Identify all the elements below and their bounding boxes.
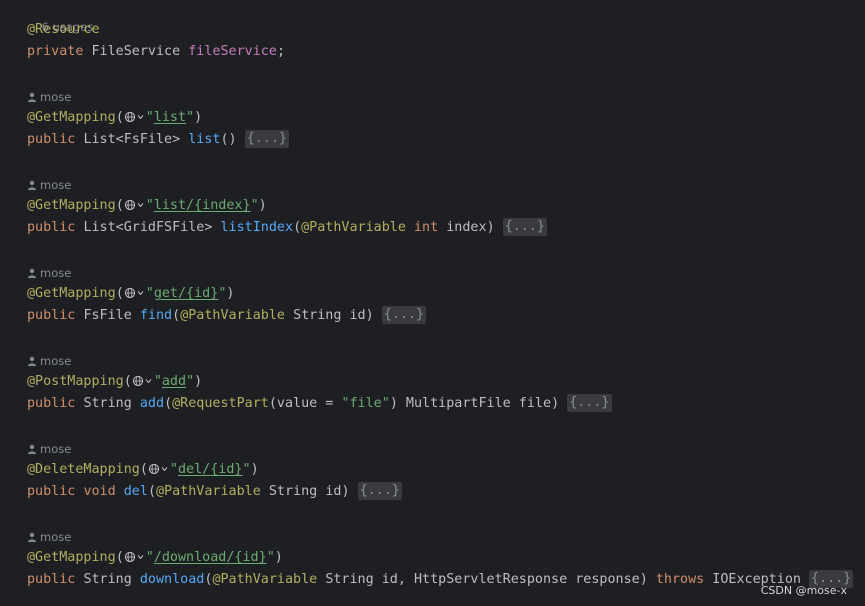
method-name: add bbox=[139, 396, 165, 411]
usages-hint[interactable]: 6 usages bbox=[27, 0, 94, 34]
code-line: public FsFile find(@PathVariable String … bbox=[27, 306, 427, 324]
method-name: list bbox=[188, 132, 221, 147]
author-hint[interactable]: mose bbox=[27, 176, 71, 194]
endpoint-url[interactable]: list bbox=[154, 110, 186, 125]
person-icon bbox=[27, 444, 37, 454]
code-line: public String download(@PathVariable Str… bbox=[27, 570, 854, 588]
globe-icon[interactable] bbox=[124, 551, 146, 563]
endpoint-url[interactable]: get/{id} bbox=[154, 286, 219, 301]
method-name: listIndex bbox=[220, 220, 294, 235]
code-line: @Resource bbox=[27, 19, 100, 41]
globe-icon[interactable] bbox=[124, 111, 146, 123]
globe-icon[interactable] bbox=[124, 287, 146, 299]
endpoint-url[interactable]: /download/{id} bbox=[154, 550, 267, 565]
author-hint[interactable]: mose bbox=[27, 528, 71, 546]
person-icon bbox=[27, 180, 37, 190]
fold-toggle[interactable]: {...} bbox=[381, 306, 427, 324]
author-hint[interactable]: mose bbox=[27, 352, 71, 370]
author-hint[interactable]: mose bbox=[27, 88, 71, 106]
code-line: public List<FsFile> list() {...} bbox=[27, 130, 289, 148]
endpoint-url[interactable]: add bbox=[162, 374, 186, 389]
method-name: download bbox=[139, 572, 205, 587]
code-line: @DeleteMapping("del/{id}") bbox=[27, 462, 259, 477]
person-icon bbox=[27, 356, 37, 366]
code-line: @PostMapping("add") bbox=[27, 374, 203, 389]
globe-icon[interactable] bbox=[132, 375, 154, 387]
code-line: @GetMapping("get/{id}") bbox=[27, 286, 235, 301]
globe-icon[interactable] bbox=[148, 463, 170, 475]
person-icon bbox=[27, 268, 37, 278]
method-name: find bbox=[139, 308, 173, 323]
person-icon bbox=[27, 92, 37, 102]
method-name: del bbox=[123, 484, 148, 499]
field-name: fileService bbox=[188, 44, 277, 59]
globe-icon[interactable] bbox=[124, 199, 146, 211]
fold-toggle[interactable]: {...} bbox=[357, 482, 402, 500]
resource-annotation: @Resource bbox=[27, 22, 100, 37]
code-line: @GetMapping("/download/{id}") bbox=[27, 550, 283, 565]
endpoint-url[interactable]: del/{id} bbox=[178, 462, 243, 477]
code-editor[interactable]: 6 usages @Resource private FileService f… bbox=[0, 0, 865, 606]
endpoint-url[interactable]: list/{index} bbox=[154, 198, 251, 213]
code-line: public String add(@RequestPart(value = "… bbox=[27, 394, 612, 412]
author-hint[interactable]: mose bbox=[27, 264, 71, 282]
fold-toggle[interactable]: {...} bbox=[502, 218, 547, 236]
code-line: @GetMapping("list/{index}") bbox=[27, 198, 267, 213]
fold-toggle[interactable]: {...} bbox=[567, 394, 612, 412]
code-line: public List<GridFSFile> listIndex(@PathV… bbox=[27, 218, 547, 236]
fold-toggle[interactable]: {...} bbox=[244, 130, 289, 148]
code-line: private FileService fileService; bbox=[27, 44, 285, 59]
watermark: CSDN @mose-x bbox=[760, 584, 847, 597]
code-line: @GetMapping("list") bbox=[27, 110, 203, 125]
person-icon bbox=[27, 532, 37, 542]
code-line: public void del(@PathVariable String id)… bbox=[27, 482, 402, 500]
author-hint[interactable]: mose bbox=[27, 440, 71, 458]
